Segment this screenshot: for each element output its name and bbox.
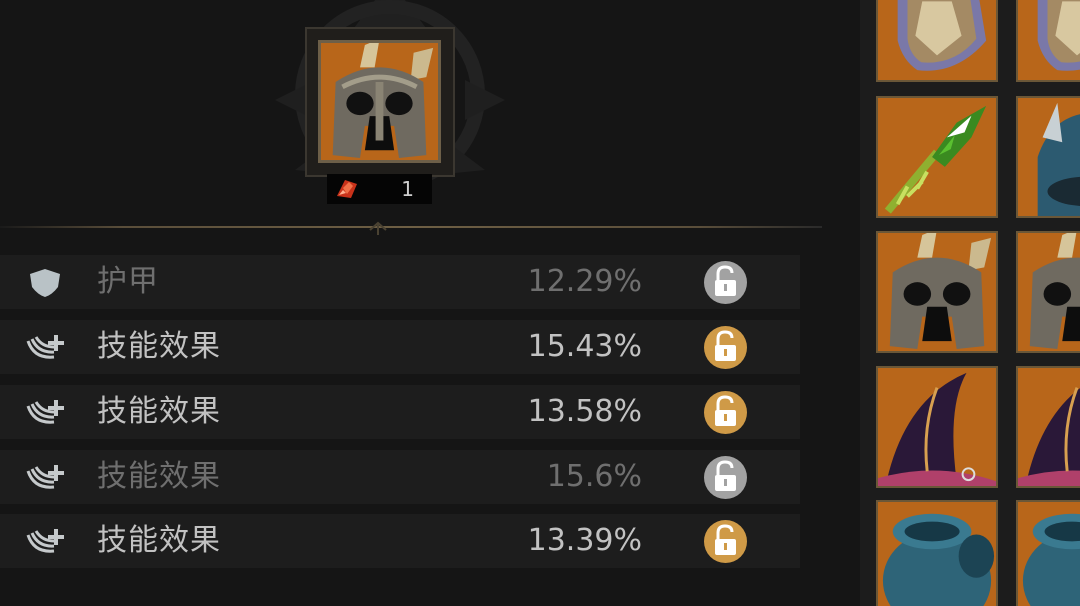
shield-icon — [1018, 0, 1080, 80]
witch-hat-icon — [1018, 368, 1080, 486]
inventory-slot[interactable] — [876, 0, 998, 82]
stat-name: 技能效果 — [97, 394, 221, 429]
unlocked-padlock-icon — [715, 330, 736, 361]
stat-value: 13.39% — [527, 523, 642, 558]
inventory-slot[interactable] — [1016, 366, 1080, 488]
horned-helmet-icon — [1018, 233, 1080, 351]
stat-row-armor: 护甲 12.29% — [0, 255, 800, 309]
skill-effect-icon — [26, 335, 64, 359]
stat-name: 技能效果 — [97, 329, 221, 364]
green-staff-icon — [878, 98, 996, 216]
inventory-slot[interactable] — [876, 231, 998, 353]
skill-effect-icon — [26, 400, 64, 424]
section-divider — [0, 226, 822, 228]
stat-value: 15.6% — [546, 459, 642, 494]
lock-toggle-button[interactable] — [704, 261, 747, 304]
stat-value: 15.43% — [527, 329, 642, 364]
skill-effect-icon — [26, 529, 64, 553]
stat-value: 12.29% — [527, 264, 642, 299]
inventory-slot[interactable] — [1016, 231, 1080, 353]
lock-toggle-button[interactable] — [704, 326, 747, 369]
pauldron-icon — [1018, 502, 1080, 606]
divider-arrow-icon — [369, 221, 387, 235]
horned-helmet-icon — [321, 43, 438, 160]
lock-toggle-button[interactable] — [704, 456, 747, 499]
stat-name: 技能效果 — [97, 523, 221, 558]
inventory-slot[interactable] — [1016, 0, 1080, 82]
shield-icon — [878, 0, 996, 80]
unlocked-padlock-icon — [715, 265, 736, 296]
unlocked-padlock-icon — [715, 395, 736, 426]
inventory-slot[interactable] — [1016, 96, 1080, 218]
inventory-grid — [860, 0, 1080, 606]
inventory-slot[interactable] — [876, 96, 998, 218]
reroll-cost-value: 1 — [401, 177, 414, 201]
skill-effect-icon — [26, 465, 64, 489]
inventory-slot[interactable] — [876, 366, 998, 488]
inventory-slot[interactable] — [876, 500, 998, 606]
lock-toggle-button[interactable] — [704, 520, 747, 563]
reroll-cost-badge: 1 — [327, 174, 432, 204]
stat-row-skill-effect: 技能效果 13.58% — [0, 385, 800, 439]
stat-name: 护甲 — [97, 264, 159, 299]
blue-helmet-icon — [1018, 98, 1080, 216]
inventory-slot[interactable] — [1016, 500, 1080, 606]
stat-row-skill-effect: 技能效果 13.39% — [0, 514, 800, 568]
shield-icon — [30, 269, 60, 297]
horned-helmet-icon — [878, 233, 996, 351]
featured-item-slot[interactable] — [318, 40, 441, 163]
pauldron-icon — [878, 502, 996, 606]
stat-row-skill-effect: 技能效果 15.43% — [0, 320, 800, 374]
red-crystal-icon — [337, 180, 357, 198]
item-reroll-panel: 1 护甲 12.29% 技能效果 15.43% 技能效果 13.58% 技能效果… — [0, 0, 860, 606]
witch-hat-icon — [878, 368, 996, 486]
unlocked-padlock-icon — [715, 460, 736, 491]
stat-value: 13.58% — [527, 394, 642, 429]
unlocked-padlock-icon — [715, 524, 736, 555]
lock-toggle-button[interactable] — [704, 391, 747, 434]
stat-row-skill-effect: 技能效果 15.6% — [0, 450, 800, 504]
stat-name: 技能效果 — [97, 459, 221, 494]
